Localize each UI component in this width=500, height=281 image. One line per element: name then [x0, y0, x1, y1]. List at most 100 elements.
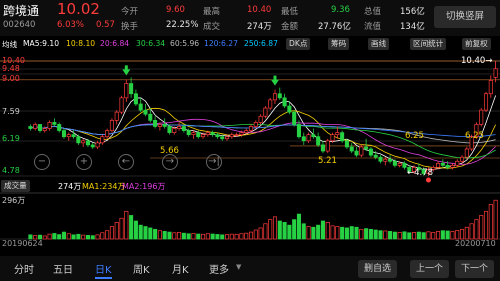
volume-bar [460, 228, 465, 240]
candle-body [90, 144, 95, 148]
candle [258, 114, 263, 125]
change-amount: 0.57 [96, 20, 115, 30]
candle [292, 110, 297, 127]
candle [215, 132, 220, 139]
volume-bar [330, 225, 335, 240]
change-percent: 6.03% [57, 20, 85, 30]
candle-body [124, 83, 129, 99]
volume-bar [66, 233, 71, 240]
volume-bar [493, 199, 498, 240]
volume-ma2: MA2:196万 [122, 182, 166, 191]
volume-bar [388, 231, 393, 240]
last-price: 10.02 [57, 0, 100, 18]
draw-line-chip[interactable]: 画线 [368, 38, 390, 50]
volume-bar [277, 220, 282, 240]
candle-body [392, 160, 397, 166]
scroll-right-icon[interactable]: → [162, 154, 178, 170]
volume-bar [177, 232, 182, 240]
candle [493, 61, 498, 83]
kline-chart[interactable] [0, 51, 500, 256]
candle-body [71, 134, 76, 138]
open-value: 9.60 [166, 5, 185, 15]
volume-bar [215, 234, 220, 240]
float-cap-value: 134亿 [400, 22, 425, 32]
volume-bar [201, 233, 206, 240]
candle [119, 95, 124, 115]
chips-chip[interactable]: 筹码 [328, 38, 350, 50]
volume-bar [383, 230, 388, 240]
candle [253, 120, 258, 129]
volume-bar [244, 232, 249, 240]
volume-bar [105, 230, 110, 240]
candle-body [272, 93, 278, 101]
volume-bar [335, 226, 340, 240]
ma20-value: 20:6.84 [100, 39, 130, 48]
candle-body [383, 158, 388, 162]
stock-name: 跨境通 [3, 4, 40, 18]
tab-weekly-k[interactable]: 周K [133, 261, 150, 276]
quote-header: 跨境通 002640 10.02 6.03% 0.57 今开 9.60 最高 1… [0, 0, 500, 36]
candle-body [95, 142, 100, 148]
tab-monthly-k[interactable]: 月K [172, 261, 189, 276]
volume-value: 274万 [247, 22, 272, 32]
candle-body [248, 126, 254, 131]
volume-title-chip[interactable]: 成交量 [1, 180, 30, 192]
candle [402, 161, 407, 170]
candle-body [162, 124, 167, 127]
tab-five-day[interactable]: 五日 [53, 261, 73, 276]
volume-bar [296, 213, 301, 240]
candle-body [201, 134, 206, 138]
zoom-out-icon[interactable]: − [34, 154, 50, 170]
candle-body [225, 136, 230, 140]
scroll-left-icon[interactable]: ← [118, 154, 134, 170]
volume-bar [210, 233, 215, 240]
volume-bar [100, 232, 105, 240]
tab-daily-k[interactable]: 日K [95, 261, 112, 279]
ma30-value: 30:6.34 [136, 39, 166, 48]
volume-bar [95, 234, 100, 240]
volume-bar [359, 228, 364, 240]
zoom-in-icon[interactable]: + [76, 154, 92, 170]
previous-stock-button[interactable]: 上一个 [410, 260, 450, 278]
candle-body [129, 83, 134, 95]
candle-body [479, 109, 484, 125]
candle-body [167, 126, 172, 133]
ma120-line [30, 124, 496, 138]
volume-bar [340, 226, 345, 240]
float-cap-label: 流值 [364, 22, 382, 32]
candle-body [325, 140, 330, 152]
dk-point-chip[interactable]: DK点 [286, 38, 311, 50]
candle [268, 97, 273, 111]
next-stock-button[interactable]: 下一个 [455, 260, 495, 278]
volume-bar [474, 219, 479, 240]
more-dropdown-icon[interactable]: ▼ [236, 263, 241, 271]
candle-body [301, 136, 306, 142]
candle [143, 103, 148, 117]
candle-body [364, 146, 369, 150]
candle-body [181, 126, 186, 131]
reset-view-icon[interactable]: →| [206, 154, 222, 170]
market-cap-value: 156亿 [400, 7, 425, 17]
tab-intraday[interactable]: 分时 [14, 261, 34, 276]
range-stats-chip[interactable]: 区间统计 [410, 38, 447, 50]
volume-bar [373, 229, 378, 240]
candle-body [61, 130, 66, 138]
volume-bar [436, 231, 441, 240]
candle [129, 77, 134, 98]
candle-body [359, 146, 364, 156]
switch-portrait-button[interactable]: 切换竖屏 [434, 6, 496, 28]
candle-body [316, 136, 321, 146]
candle [105, 128, 110, 139]
candle-body [311, 134, 316, 138]
volume-bar [282, 222, 287, 240]
candle [167, 124, 172, 135]
stock-code: 002640 [3, 20, 36, 30]
low-value: 9.36 [331, 5, 350, 15]
candle-body [483, 93, 489, 111]
candle-body [349, 146, 354, 152]
tab-more[interactable]: 更多 [209, 261, 229, 276]
candle-body [157, 124, 162, 127]
volume-bar [129, 215, 134, 240]
forward-adjust-chip[interactable]: 前复权 [462, 38, 491, 50]
remove-favorite-button[interactable]: 删自选 [358, 260, 398, 278]
